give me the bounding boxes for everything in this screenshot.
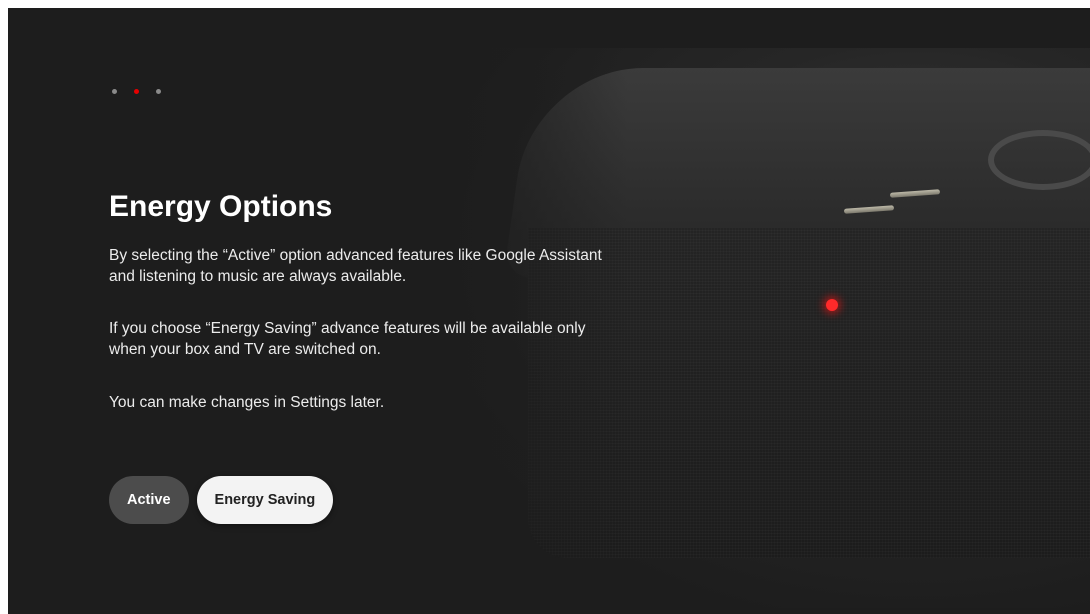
page-title: Energy Options <box>109 190 333 223</box>
description-active: By selecting the “Active” option advance… <box>109 247 602 285</box>
page-dot-1 <box>112 89 117 94</box>
page-indicator <box>112 89 161 94</box>
page-dot-2 <box>134 89 139 94</box>
device-logo-icon <box>988 130 1090 190</box>
energy-saving-button[interactable]: Energy Saving <box>196 476 334 524</box>
description-settings-note: You can make changes in Settings later. <box>109 394 385 411</box>
page-dot-3 <box>156 89 161 94</box>
option-buttons: Active Energy Saving <box>109 476 334 524</box>
description-energy-saving: If you choose “Energy Saving” advance fe… <box>109 320 586 358</box>
onboarding-screen: Energy Options By selecting the “Active”… <box>8 8 1090 614</box>
device-status-led <box>826 299 838 311</box>
active-button[interactable]: Active <box>109 476 189 524</box>
